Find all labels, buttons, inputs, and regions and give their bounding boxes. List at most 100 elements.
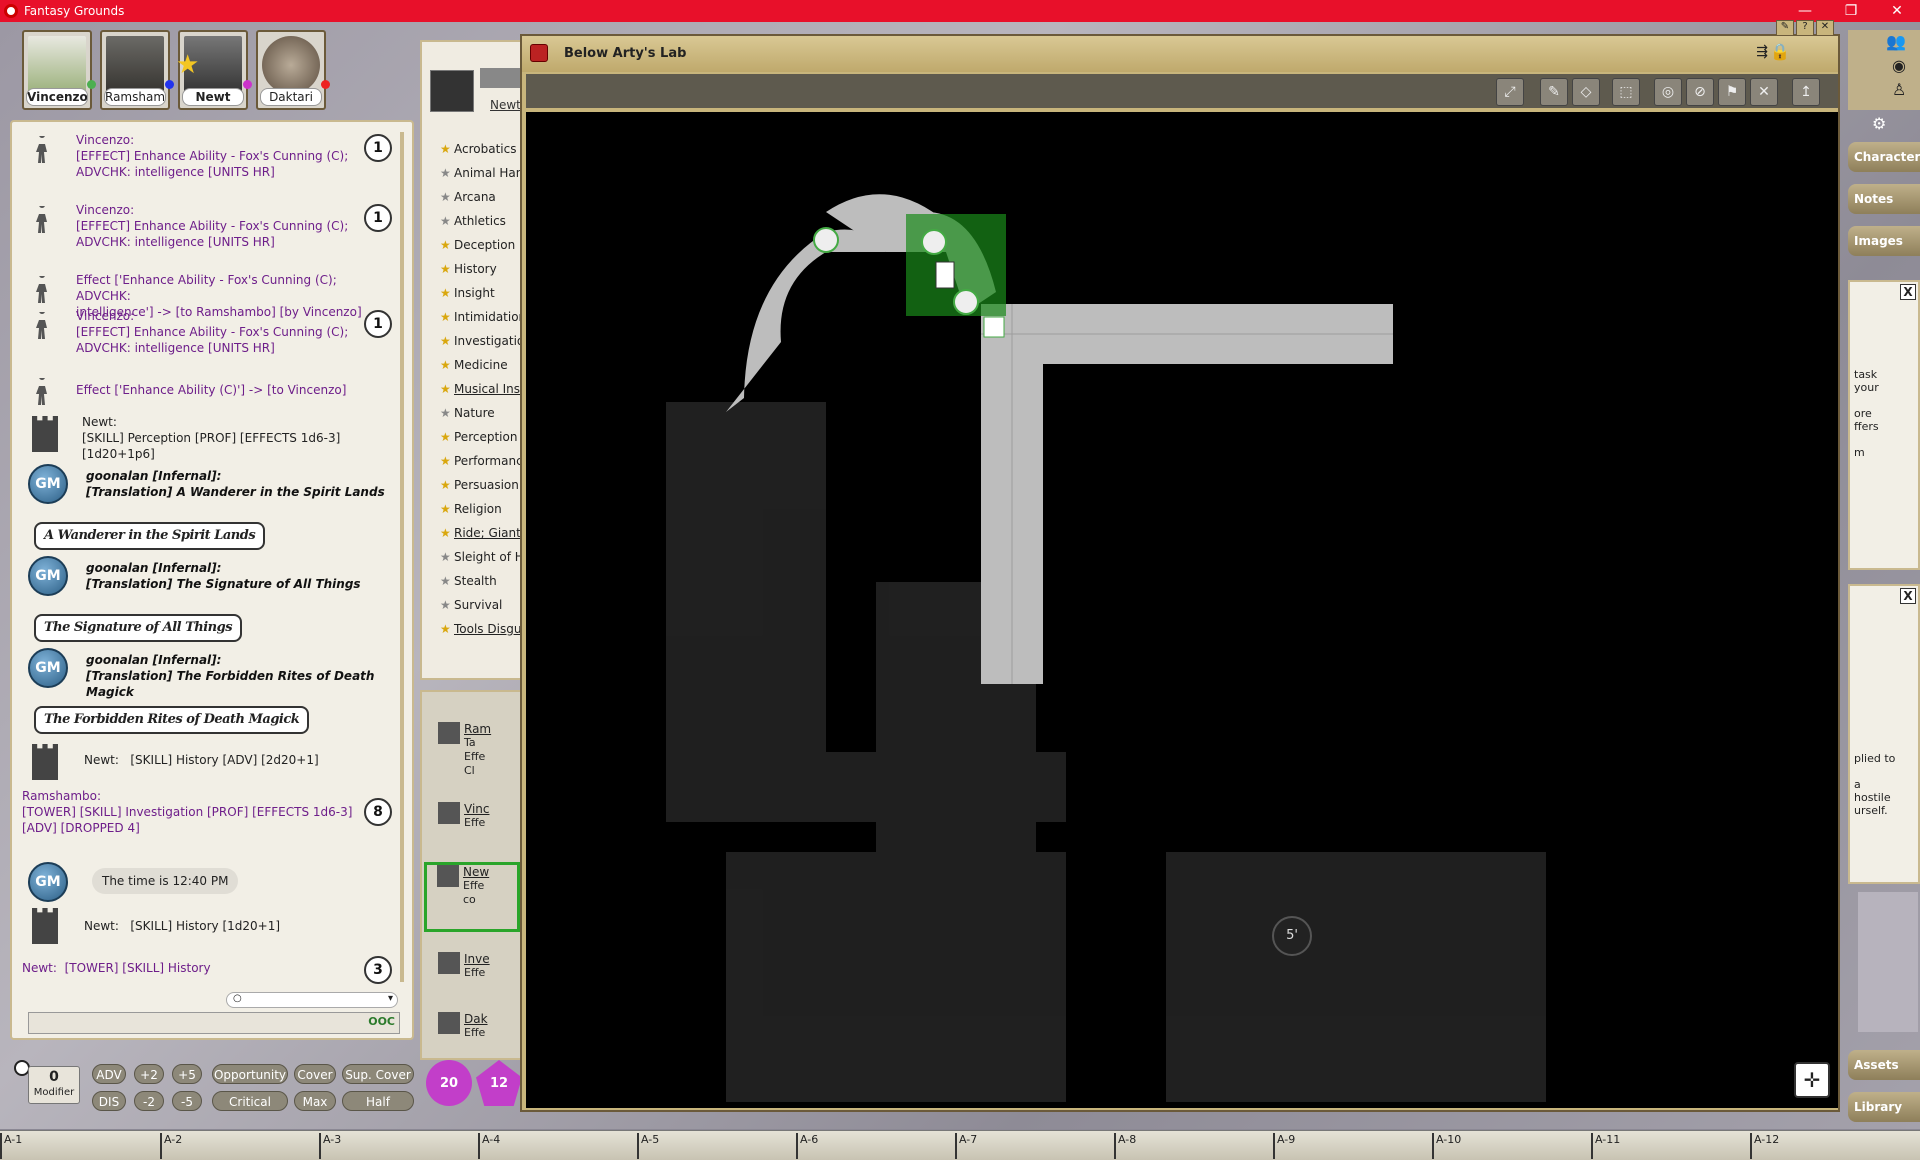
hotkey-slot[interactable]: A-9 — [1273, 1133, 1295, 1159]
paint-icon[interactable]: ✎ — [1540, 78, 1568, 106]
plus5-button[interactable]: +5 — [172, 1064, 202, 1084]
proficiency-star-icon[interactable]: ★ — [440, 358, 454, 372]
proficiency-star-icon[interactable]: ★ — [440, 214, 454, 228]
skill-row[interactable]: ★ Performance — [440, 454, 532, 468]
skill-row[interactable]: ★ Perception — [440, 430, 532, 444]
skill-row[interactable]: ★ Persuasion — [440, 478, 532, 492]
combatant-row[interactable]: Ram Ta Effe Cl — [428, 722, 524, 777]
hotkey-slot[interactable]: A-3 — [319, 1133, 341, 1159]
skill-row[interactable]: ★Musical Instrument — [440, 382, 532, 396]
hotkey-slot[interactable]: A-5 — [637, 1133, 659, 1159]
proficiency-star-icon[interactable]: ★ — [440, 406, 454, 420]
sidebar-item-library[interactable]: Library — [1848, 1092, 1920, 1122]
proficiency-star-icon[interactable]: ★ — [440, 598, 454, 612]
d20-icon[interactable]: 20 — [426, 1060, 472, 1106]
minus2-button[interactable]: -2 — [134, 1091, 164, 1111]
flag-icon[interactable]: ⚑ — [1718, 78, 1746, 106]
skill-row[interactable]: ★Sleight of Hand — [440, 550, 532, 564]
sidebar-item-assets[interactable]: Assets — [1848, 1050, 1920, 1080]
portrait-daktari[interactable]: Daktari — [256, 30, 330, 110]
skill-row[interactable]: ★ Medicine — [440, 358, 532, 372]
half-button[interactable]: Half — [342, 1091, 414, 1111]
hotkey-slot[interactable]: A-1 — [0, 1133, 22, 1159]
minimize-button[interactable]: — — [1782, 0, 1828, 22]
chat-scrollbar[interactable] — [400, 132, 404, 982]
skill-row[interactable]: ★ Stealth — [440, 574, 532, 588]
combatant-name[interactable]: Ram — [464, 722, 491, 736]
maximize-button[interactable]: ❐ — [1828, 0, 1874, 22]
proficiency-star-icon[interactable]: ★ — [440, 502, 454, 516]
hotkey-slot[interactable]: A-11 — [1591, 1133, 1620, 1159]
target-icon[interactable]: ◎ — [1654, 78, 1682, 106]
hotkey-slot[interactable]: A-4 — [478, 1133, 500, 1159]
map-canvas[interactable]: 5' ✛ — [526, 112, 1838, 1108]
combatant-row[interactable]: New Effe co — [424, 862, 520, 932]
skill-row[interactable]: ★ Arcana — [440, 190, 532, 204]
dis-button[interactable]: DIS — [92, 1091, 126, 1111]
proficiency-star-icon[interactable]: ★ — [440, 622, 454, 636]
skill-row[interactable]: ★ Nature — [440, 406, 532, 420]
dice-tower-icon[interactable]: ◉ — [1892, 56, 1906, 75]
hotkey-slot[interactable]: A-6 — [796, 1133, 818, 1159]
skill-row[interactable]: ★ Intimidation — [440, 310, 532, 324]
edit-icon[interactable]: ✎ — [1776, 20, 1794, 36]
close-icon[interactable]: ✕ — [1816, 20, 1834, 36]
select-icon[interactable]: ⬚ — [1612, 78, 1640, 106]
close-button[interactable]: X — [1900, 284, 1916, 300]
close-button[interactable]: ✕ — [1874, 0, 1920, 22]
skill-row[interactable]: ★Animal Handling — [440, 166, 532, 180]
skill-row[interactable]: ★ Ride; Giant — [440, 526, 532, 540]
character-link[interactable]: Newt — [490, 98, 521, 112]
clear-target-icon[interactable]: ⊘ — [1686, 78, 1714, 106]
sidebar-item-images[interactable]: Images — [1848, 226, 1920, 256]
proficiency-star-icon[interactable]: ★ — [440, 190, 454, 204]
proficiency-star-icon[interactable]: ★ — [440, 550, 454, 564]
minus5-button[interactable]: -5 — [172, 1091, 202, 1111]
sup-cover-button[interactable]: Sup. Cover — [342, 1064, 414, 1084]
cover-button[interactable]: Cover — [294, 1064, 336, 1084]
proficiency-star-icon[interactable]: ★ — [440, 334, 454, 348]
ooc-toggle[interactable]: OOC — [368, 1015, 395, 1028]
proficiency-star-icon[interactable]: ★ — [440, 166, 454, 180]
players-icon[interactable]: 👥 — [1886, 32, 1906, 51]
modifier-box[interactable]: 0 Modifier — [28, 1066, 80, 1104]
combatant-name[interactable]: Inve — [464, 952, 490, 966]
portrait-vincenzo[interactable]: Vincenzo — [22, 30, 96, 110]
skill-row[interactable]: ★ Survival — [440, 598, 532, 612]
chat-mode-dropdown[interactable]: ○ ▾ — [226, 992, 398, 1008]
proficiency-star-icon[interactable]: ★ — [440, 286, 454, 300]
proficiency-star-icon[interactable]: ★ — [440, 478, 454, 492]
proficiency-star-icon[interactable]: ★ — [440, 454, 454, 468]
person-icon[interactable]: ♙ — [1892, 80, 1906, 99]
combatant-name[interactable]: Vinc — [464, 802, 489, 816]
help-icon[interactable]: ? — [1796, 20, 1814, 36]
attack-icon[interactable]: ✕ — [1750, 78, 1778, 106]
skill-row[interactable]: ★ Investigation — [440, 334, 532, 348]
skill-row[interactable]: ★ Insight — [440, 286, 532, 300]
combatant-name[interactable]: Dak — [464, 1012, 488, 1026]
skill-row[interactable]: ★ Acrobatics — [440, 142, 532, 156]
combatant-row[interactable]: Dak Effe — [428, 1012, 524, 1062]
combatant-row[interactable]: Vinc Effe — [428, 802, 524, 852]
sidebar-item-characters[interactable]: Characters — [1848, 142, 1920, 172]
proficiency-star-icon[interactable]: ★ — [440, 574, 454, 588]
hotkey-slot[interactable]: A-12 — [1750, 1133, 1779, 1159]
proficiency-star-icon[interactable]: ★ — [440, 238, 454, 252]
proficiency-star-icon[interactable]: ★ — [440, 382, 454, 396]
close-button[interactable]: X — [1900, 588, 1916, 604]
proficiency-star-icon[interactable]: ★ — [440, 430, 454, 444]
skill-row[interactable]: ★ Religion — [440, 502, 532, 516]
plus2-button[interactable]: +2 — [134, 1064, 164, 1084]
fullscreen-icon[interactable]: ⤢ — [1496, 78, 1524, 106]
settings-gear-icon[interactable]: ⚙ — [1872, 114, 1886, 133]
combatant-name[interactable]: New — [463, 865, 489, 879]
proficiency-star-icon[interactable]: ★ — [440, 142, 454, 156]
skill-row[interactable]: ★ History — [440, 262, 532, 276]
erase-icon[interactable]: ◇ — [1572, 78, 1600, 106]
skill-row[interactable]: ★ Deception — [440, 238, 532, 252]
share-icon[interactable]: ⇶ — [1756, 44, 1768, 60]
chat-input[interactable]: OOC — [28, 1012, 400, 1034]
hotkey-slot[interactable]: A-2 — [160, 1133, 182, 1159]
critical-button[interactable]: Critical — [212, 1091, 288, 1111]
portrait-ramshambo[interactable]: Ramsham... — [100, 30, 174, 110]
